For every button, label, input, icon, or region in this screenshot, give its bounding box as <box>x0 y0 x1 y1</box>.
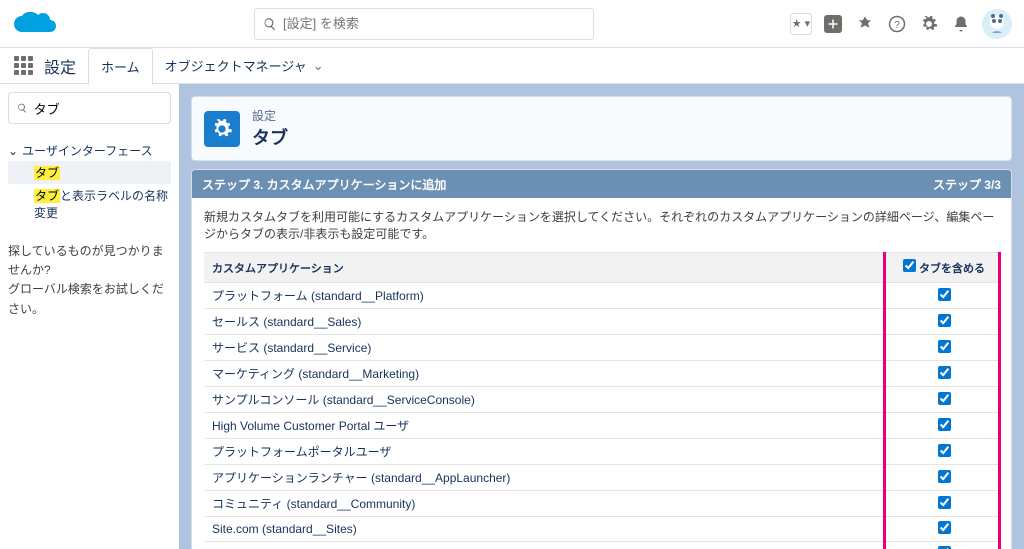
include-cell <box>889 542 999 549</box>
add-icon[interactable] <box>822 13 844 35</box>
bell-icon[interactable] <box>950 13 972 35</box>
content: 設定 タブ ステップ 3. カスタムアプリケーションに追加 ステップ 3/3 新… <box>179 84 1024 549</box>
menubar: 設定 ホーム オブジェクトマネージャ⌄ <box>0 48 1024 84</box>
sidebar: ⌄ユーザインターフェース タブ タブと表示ラベルの名称変更 探しているものが見つ… <box>0 84 179 549</box>
table-row: マーケティング (standard__Marketing) <box>204 361 999 387</box>
chevron-down-icon: ⌄ <box>8 144 18 158</box>
include-checkbox[interactable] <box>938 470 951 483</box>
include-checkbox[interactable] <box>938 521 951 534</box>
table-row: サービス (standard__Service) <box>204 335 999 361</box>
app-name-cell: セールス (standard__Sales) <box>204 309 889 335</box>
breadcrumb: 設定 <box>252 107 288 124</box>
tab-home[interactable]: ホーム <box>88 48 153 85</box>
app-name-cell: サービス (standard__Service) <box>204 335 889 361</box>
table-row: High Volume Customer Portal ユーザ <box>204 413 999 439</box>
app-name-cell: サンプルコンソール (standard__ServiceConsole) <box>204 387 889 413</box>
include-checkbox[interactable] <box>938 314 951 327</box>
sidebar-help-text: 探しているものが見つかりませんか? グローバル検索をお試しください。 <box>8 242 171 319</box>
context-label: 設定 <box>44 54 76 78</box>
include-checkbox[interactable] <box>938 444 951 457</box>
tree-leaf-tabs[interactable]: タブ <box>8 161 171 184</box>
col-header-app: カスタムアプリケーション <box>204 253 889 283</box>
app-name-cell: アプリケーションランチャー (standard__AppLauncher) <box>204 465 889 491</box>
app-name-cell: High Volume Customer Portal ユーザ <box>204 413 889 439</box>
global-search-input[interactable] <box>283 16 585 31</box>
include-all-checkbox[interactable] <box>903 259 916 272</box>
sidebar-search-input[interactable] <box>34 101 162 116</box>
include-checkbox[interactable] <box>938 340 951 353</box>
app-name-cell: Salesforce Chatter (standard__Chatter) <box>204 542 889 549</box>
page-header: 設定 タブ <box>191 96 1012 161</box>
include-cell <box>889 413 999 439</box>
gear-icon <box>204 111 240 147</box>
chevron-down-icon: ⌄ <box>313 58 324 74</box>
avatar[interactable] <box>982 9 1012 39</box>
step-bar: ステップ 3. カスタムアプリケーションに追加 ステップ 3/3 <box>192 170 1011 198</box>
include-cell <box>889 387 999 413</box>
col-header-include: タブを含める <box>889 253 999 283</box>
include-checkbox[interactable] <box>938 496 951 509</box>
salesforce-help-icon[interactable] <box>854 13 876 35</box>
include-cell <box>889 361 999 387</box>
app-name-cell: マーケティング (standard__Marketing) <box>204 361 889 387</box>
include-checkbox[interactable] <box>938 418 951 431</box>
table-row: プラットフォームポータルユーザ <box>204 439 999 465</box>
step-description: 新規カスタムタブを利用可能にするカスタムアプリケーションを選択してください。それ… <box>192 198 1011 252</box>
search-icon <box>263 17 277 31</box>
cloud-logo[interactable] <box>8 7 58 40</box>
svg-text:?: ? <box>894 18 900 30</box>
include-cell <box>889 335 999 361</box>
include-cell <box>889 309 999 335</box>
table-row: コミュニティ (standard__Community) <box>204 491 999 517</box>
tree-leaf-rename-tabs[interactable]: タブと表示ラベルの名称変更 <box>8 184 171 224</box>
include-checkbox[interactable] <box>938 392 951 405</box>
include-cell <box>889 439 999 465</box>
step-title: ステップ 3. カスタムアプリケーションに追加 <box>202 176 446 193</box>
include-cell <box>889 465 999 491</box>
topbar: ★ ▾ ? <box>0 0 1024 48</box>
include-cell <box>889 517 999 542</box>
step-progress: ステップ 3/3 <box>933 176 1001 193</box>
gear-icon[interactable] <box>918 13 940 35</box>
app-name-cell: プラットフォーム (standard__Platform) <box>204 283 889 309</box>
include-cell <box>889 491 999 517</box>
app-name-cell: プラットフォームポータルユーザ <box>204 439 889 465</box>
global-search[interactable] <box>254 8 594 40</box>
table-row: Salesforce Chatter (standard__Chatter) <box>204 542 999 549</box>
table-row: アプリケーションランチャー (standard__AppLauncher) <box>204 465 999 491</box>
app-name-cell: コミュニティ (standard__Community) <box>204 491 889 517</box>
app-name-cell: Site.com (standard__Sites) <box>204 517 889 542</box>
include-checkbox[interactable] <box>938 288 951 301</box>
table-row: サンプルコンソール (standard__ServiceConsole) <box>204 387 999 413</box>
sidebar-search[interactable] <box>8 92 171 124</box>
favorites-dropdown[interactable]: ★ ▾ <box>790 13 812 35</box>
include-cell <box>889 283 999 309</box>
search-icon <box>17 102 28 114</box>
page-title: タブ <box>252 124 288 150</box>
tree-group-ui[interactable]: ⌄ユーザインターフェース <box>8 140 171 161</box>
question-icon[interactable]: ? <box>886 13 908 35</box>
apps-table: カスタムアプリケーション タブを含める プラットフォーム (standard__… <box>204 252 999 549</box>
include-checkbox[interactable] <box>938 366 951 379</box>
app-launcher-icon[interactable] <box>14 56 34 76</box>
table-row: Site.com (standard__Sites) <box>204 517 999 542</box>
table-row: プラットフォーム (standard__Platform) <box>204 283 999 309</box>
table-row: セールス (standard__Sales) <box>204 309 999 335</box>
tab-object-manager[interactable]: オブジェクトマネージャ⌄ <box>153 48 336 84</box>
